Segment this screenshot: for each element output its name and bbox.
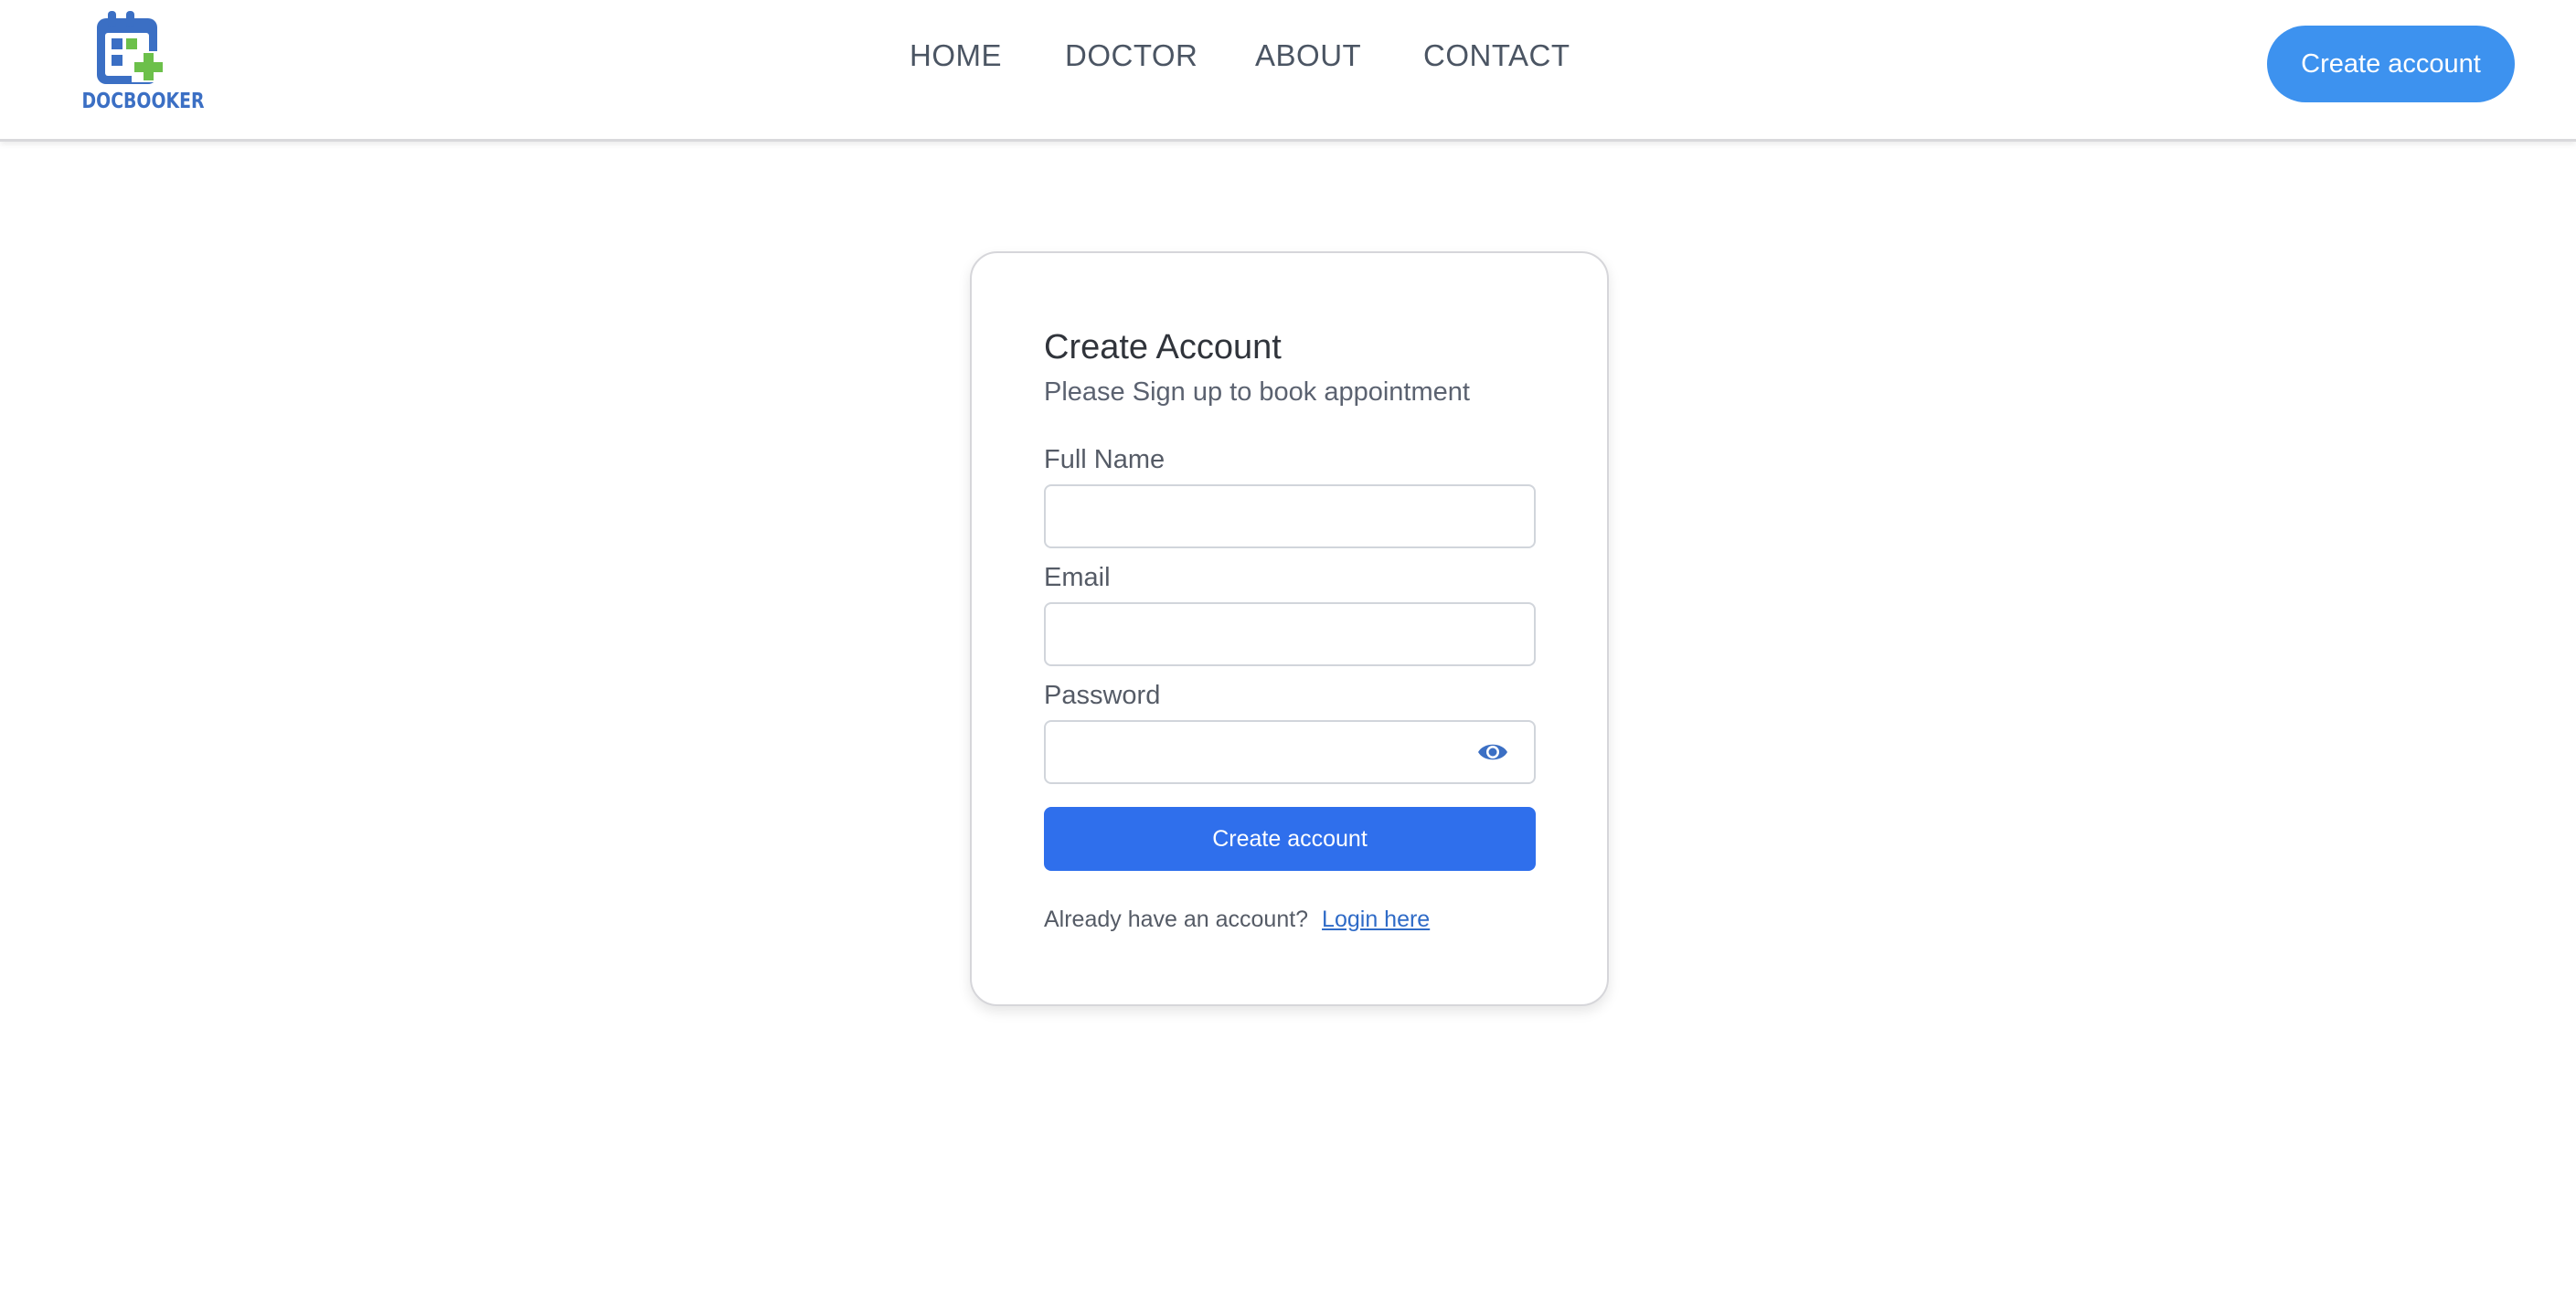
password-input[interactable]: [1044, 720, 1536, 784]
nav-link-home[interactable]: HOME: [910, 38, 1002, 73]
nav-link-about[interactable]: ABOUT: [1255, 38, 1361, 73]
nav-menu: HOME DOCTOR ABOUT CONTACT: [0, 38, 2576, 79]
email-input[interactable]: [1044, 602, 1536, 666]
email-label: Email: [1044, 563, 1111, 592]
create-account-submit-button[interactable]: Create account: [1044, 807, 1536, 871]
password-label: Password: [1044, 681, 1161, 710]
form-subtitle: Please Sign up to book appointment: [1044, 377, 1470, 407]
header-create-account-button[interactable]: Create account: [2267, 26, 2515, 102]
login-prompt-text: Already have an account?: [1044, 907, 1309, 932]
form-title: Create Account: [1044, 328, 1282, 366]
full-name-input[interactable]: [1044, 484, 1536, 548]
brand-name: DOCBOOKER: [81, 90, 205, 113]
navbar: DOCBOOKER HOME DOCTOR ABOUT CONTACT Crea…: [0, 0, 2576, 142]
full-name-label: Full Name: [1044, 445, 1166, 474]
login-link[interactable]: Login here: [1322, 907, 1430, 932]
login-prompt-row: Already have an account? Login here: [1044, 907, 1430, 933]
eye-icon[interactable]: [1476, 738, 1509, 766]
nav-link-doctor[interactable]: DOCTOR: [1065, 38, 1198, 73]
nav-link-contact[interactable]: CONTACT: [1423, 38, 1570, 73]
signup-card: Create Account Please Sign up to book ap…: [970, 251, 1609, 1006]
